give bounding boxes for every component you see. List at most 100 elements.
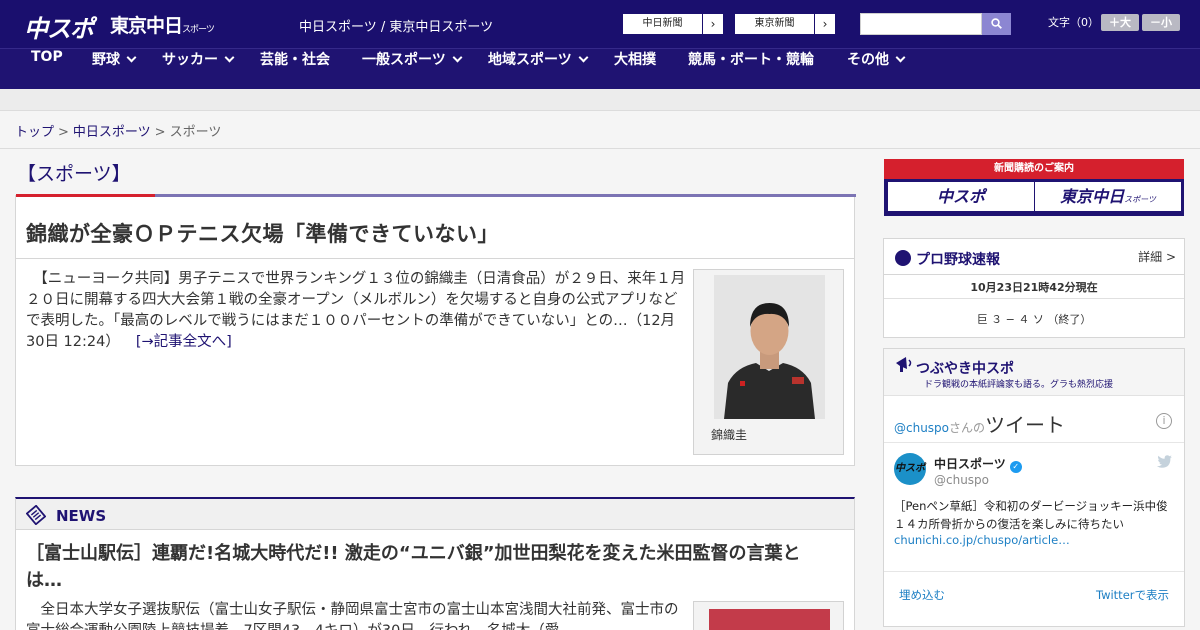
subscription-chuspo-logo[interactable]: 中スポ [888, 182, 1034, 211]
baseball-timestamp: 10月23日21時42分現在 [970, 281, 1098, 294]
nav-label: 野球 [92, 52, 120, 68]
nav-label: 競馬・ボート・競輪 [688, 52, 814, 68]
avatar[interactable]: 中スポ [894, 453, 926, 485]
subscription-banner[interactable]: 新聞購読のご案内 中スポ 東京中日スポーツ [884, 159, 1184, 216]
tokyo-chunichi-logo[interactable]: 東京中日スポーツ [110, 11, 215, 38]
divider [884, 442, 1184, 443]
news-header: NEWS [16, 499, 854, 530]
subscription-title: 新聞購読のご案内 [884, 159, 1184, 179]
chevron-right-icon: › [822, 17, 828, 31]
breadcrumb-separator: > [58, 125, 69, 140]
news-title: NEWS [56, 507, 107, 525]
nav-label: サッカー [162, 52, 218, 68]
news-photo[interactable] [709, 609, 830, 630]
breadcrumb-current: スポーツ [169, 125, 222, 140]
subscription-tokyo-text: 東京中日 [1060, 187, 1125, 206]
tweet-text: ［Penペン草紙］令和初のダービージョッキー浜中俊 １４カ所骨折からの復活を楽し… [894, 499, 1180, 531]
baseball-widget-header: プロ野球速報 詳細 > [884, 239, 1184, 275]
chevron-right-icon: › [710, 17, 716, 31]
newspaper-icon [26, 505, 46, 525]
news-headline[interactable]: ［富士山駅伝］連覇だ!名城大時代だ!! 激走の“ユニバ銀”加世田梨花を変えた米田… [26, 540, 836, 594]
nav-label: 地域スポーツ [488, 52, 572, 68]
chunichi-newspaper-link[interactable]: 中日新聞 › [622, 13, 724, 35]
search-button[interactable] [982, 13, 1011, 35]
tweet-label: ツイート [985, 413, 1066, 437]
tokyo-logo-text: 東京中日 [110, 15, 183, 37]
tokyo-link-label: 東京新聞 [735, 14, 815, 34]
breadcrumb: トップ > 中日スポーツ > スポーツ [15, 121, 221, 140]
nav-item-top[interactable]: TOP [31, 49, 63, 90]
embed-link[interactable]: 埋め込む [899, 587, 945, 603]
baseball-icon [895, 250, 911, 266]
twitter-bird-icon[interactable] [1156, 455, 1172, 469]
nav-item-sumo[interactable]: 大相撲 [614, 49, 656, 90]
chevron-down-icon [126, 52, 137, 63]
baseball-details-link[interactable]: 詳細 > [1138, 248, 1176, 265]
main-nav: TOP 野球 サッカー 芸能・社会 一般スポーツ 地域スポーツ 大相撲 競馬・ボ… [0, 48, 1200, 89]
nav-item-racing[interactable]: 競馬・ボート・競輪 [688, 49, 814, 90]
article-summary: 【ニューヨーク共同】男子テニスで世界ランキング１３位の錦織圭（日清食品）が２９日… [26, 269, 686, 353]
baseball-widget-title: プロ野球速報 [916, 252, 1000, 268]
chevron-down-icon [224, 52, 235, 63]
top-header: 中スポ 東京中日スポーツ 中日スポーツ / 東京中日スポーツ 中日新聞 › 東京… [0, 0, 1200, 48]
section-title: 【スポーツ】 [17, 163, 131, 185]
article-accent-bar [16, 194, 856, 197]
nav-item-general-sports[interactable]: 一般スポーツ [362, 49, 463, 90]
chevron-down-icon [895, 52, 906, 63]
chevron-down-icon [578, 52, 589, 63]
divider [884, 298, 1184, 299]
subscription-tokyo-suffix: スポーツ [1124, 195, 1156, 204]
nav-label: 大相撲 [614, 52, 656, 68]
divider [884, 571, 1184, 572]
chuspo-logo[interactable]: 中スポ [24, 9, 94, 44]
nav-label: 一般スポーツ [362, 52, 446, 68]
ad-strip [0, 89, 1200, 111]
search-input[interactable] [860, 13, 982, 35]
news-summary: 全日本大学女子選抜駅伝（富士山女子駅伝・静岡県富士宮市の富士山本宮浅間大社前発、… [26, 602, 679, 630]
photo-caption: 錦織圭 [711, 428, 748, 442]
nav-label: その他 [847, 52, 889, 68]
chevron-down-icon [452, 52, 463, 63]
article-photo[interactable] [714, 275, 825, 419]
divider [16, 258, 854, 259]
twitter-handle-suffix: さんの [949, 421, 986, 435]
twitter-account-handle[interactable]: @chuspo [934, 473, 989, 487]
news-section: NEWS ［富士山駅伝］連覇だ!名城大時代だ!! 激走の“ユニバ銀”加世田梨花を… [15, 497, 855, 630]
breadcrumb-bar: トップ > 中日スポーツ > スポーツ [0, 111, 1200, 149]
subscription-tokyo-logo[interactable]: 東京中日スポーツ [1035, 182, 1181, 211]
site-tagline: 中日スポーツ / 東京中日スポーツ [299, 20, 494, 35]
tokyo-logo-suffix: スポーツ [182, 25, 215, 35]
baseball-score[interactable]: 巨 ３ − ４ ソ （終了） [884, 311, 1184, 327]
nav-item-regional-sports[interactable]: 地域スポーツ [488, 49, 589, 90]
nav-item-entertainment[interactable]: 芸能・社会 [260, 49, 330, 90]
twitter-widget-title: つぶやき中スポ [916, 361, 1014, 377]
nav-item-other[interactable]: その他 [847, 49, 906, 90]
read-more-link[interactable]: [→記事全文へ] [136, 334, 232, 350]
nav-item-soccer[interactable]: サッカー [162, 49, 235, 90]
article-body-text: 【ニューヨーク共同】男子テニスで世界ランキング１３位の錦織圭（日清食品）が２９日… [26, 271, 686, 350]
twitter-account-name[interactable]: 中日スポーツ ✓ [934, 455, 1022, 473]
breadcrumb-separator: > [154, 125, 166, 140]
twitter-widget-subtitle: ドラ観戦の本紙評論家も語る。グラも熱烈応援 [924, 380, 1114, 390]
search-icon [991, 18, 1002, 29]
info-icon[interactable]: i [1156, 413, 1172, 429]
twitter-widget: つぶやき中スポ ドラ観戦の本紙評論家も語る。グラも熱烈応援 @chuspoさんの… [883, 348, 1185, 627]
megaphone-icon [896, 357, 912, 372]
breadcrumb-link-chunichi-sports[interactable]: 中日スポーツ [73, 125, 151, 140]
nav-item-baseball[interactable]: 野球 [92, 49, 137, 90]
article-headline[interactable]: 錦織が全豪ＯＰテニス欠場「準備できていない」 [26, 218, 499, 248]
twitter-handle-link[interactable]: @chuspo [894, 421, 949, 435]
twitter-feed-title: @chuspoさんのツイート [894, 409, 1065, 438]
font-smaller-button[interactable]: －小 [1142, 14, 1180, 31]
tokyo-newspaper-link[interactable]: 東京新聞 › [734, 13, 836, 35]
view-on-twitter-link[interactable]: Twitterで表示 [1096, 587, 1169, 603]
tweet-link[interactable]: chunichi.co.jp/chuspo/article… [894, 533, 1070, 547]
accent-red [16, 194, 155, 197]
twitter-widget-header: つぶやき中スポ ドラ観戦の本紙評論家も語る。グラも熱烈応援 [884, 349, 1184, 396]
breadcrumb-link-top[interactable]: トップ [15, 125, 54, 140]
featured-article: 錦織が全豪ＯＰテニス欠場「準備できていない」 【ニューヨーク共同】男子テニスで世… [15, 194, 856, 466]
account-name-text: 中日スポーツ [934, 457, 1006, 471]
news-photo-frame [693, 601, 844, 630]
verified-icon: ✓ [1009, 461, 1022, 473]
font-bigger-button[interactable]: ＋大 [1101, 14, 1139, 31]
